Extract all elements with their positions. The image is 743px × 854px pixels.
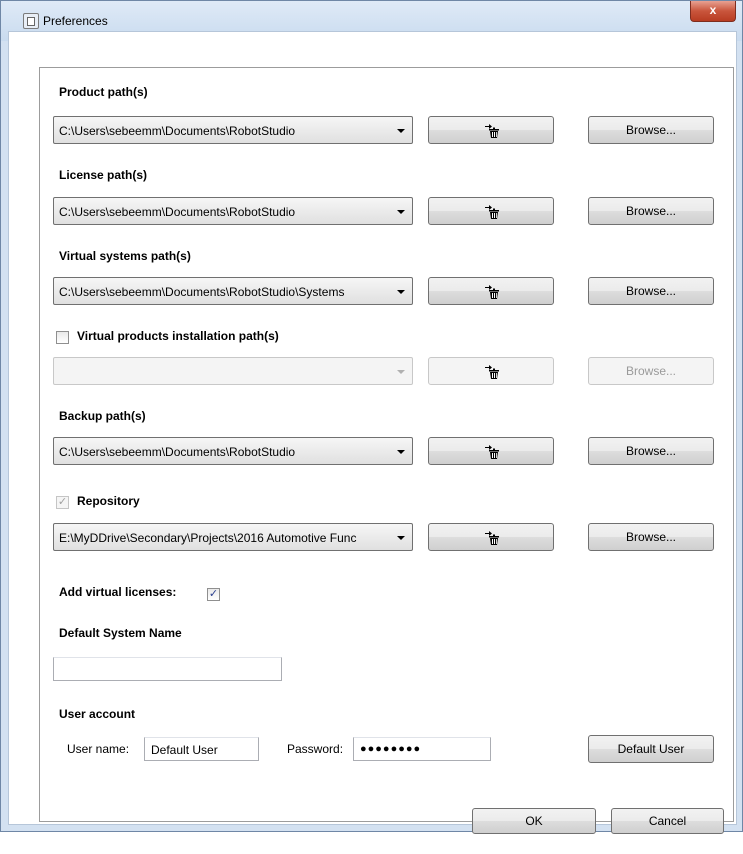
virtual-products-checkbox[interactable] xyxy=(56,331,69,344)
repository-label: Repository xyxy=(77,494,140,508)
settings-panel: Product path(s) C:\Users\sebeemm\Documen… xyxy=(39,67,734,822)
password-label: Password: xyxy=(287,742,344,756)
trash-icon xyxy=(485,124,499,138)
cancel-button[interactable]: Cancel xyxy=(611,808,724,834)
trash-icon xyxy=(485,285,499,299)
license-path-remove-button[interactable] xyxy=(428,197,554,225)
virtual-products-path-browse-button[interactable]: Browse... xyxy=(588,357,714,385)
trash-icon xyxy=(485,205,499,219)
product-path-label: Product path(s) xyxy=(59,85,148,99)
virtual-systems-path-remove-button[interactable] xyxy=(428,277,554,305)
trash-icon xyxy=(485,531,499,545)
add-virtual-licenses-checkbox[interactable]: ✓ xyxy=(207,588,220,601)
backup-path-value: C:\Users\sebeemm\Documents\RobotStudio xyxy=(59,445,296,459)
virtual-systems-path-browse-button[interactable]: Browse... xyxy=(588,277,714,305)
chevron-down-icon xyxy=(397,370,405,374)
add-virtual-licenses-label: Add virtual licenses: xyxy=(59,585,177,599)
chevron-down-icon xyxy=(397,536,405,540)
license-path-combo[interactable]: C:\Users\sebeemm\Documents\RobotStudio xyxy=(53,197,413,225)
repository-path-combo[interactable]: E:\MyDDrive\Secondary\Projects\2016 Auto… xyxy=(53,523,413,551)
trash-icon xyxy=(485,365,499,379)
repository-path-browse-button[interactable]: Browse... xyxy=(588,523,714,551)
default-system-name-label: Default System Name xyxy=(59,626,182,640)
dialog-client-area: Product path(s) C:\Users\sebeemm\Documen… xyxy=(8,31,737,834)
license-path-label: License path(s) xyxy=(59,168,148,182)
license-path-browse-button[interactable]: Browse... xyxy=(588,197,714,225)
ok-button[interactable]: OK xyxy=(472,808,596,834)
product-path-combo[interactable]: C:\Users\sebeemm\Documents\RobotStudio xyxy=(53,116,413,144)
virtual-systems-path-value: C:\Users\sebeemm\Documents\RobotStudio\S… xyxy=(59,285,345,299)
backup-path-label: Backup path(s) xyxy=(59,409,146,423)
product-path-remove-button[interactable] xyxy=(428,116,554,144)
product-path-value: C:\Users\sebeemm\Documents\RobotStudio xyxy=(59,124,296,138)
password-input[interactable]: ●●●●●●●● xyxy=(353,737,491,761)
virtual-systems-path-label: Virtual systems path(s) xyxy=(59,249,191,263)
virtual-products-path-label: Virtual products installation path(s) xyxy=(77,329,279,343)
chevron-down-icon xyxy=(397,129,405,133)
close-button[interactable]: x xyxy=(690,1,736,22)
window-title: Preferences xyxy=(43,14,108,28)
backup-path-browse-button[interactable]: Browse... xyxy=(588,437,714,465)
repository-path-remove-button[interactable] xyxy=(428,523,554,551)
user-account-label: User account xyxy=(59,707,136,721)
virtual-products-path-remove-button[interactable] xyxy=(428,357,554,385)
chevron-down-icon xyxy=(397,450,405,454)
product-path-browse-button[interactable]: Browse... xyxy=(588,116,714,144)
default-user-button[interactable]: Default User xyxy=(588,735,714,763)
virtual-systems-path-combo[interactable]: C:\Users\sebeemm\Documents\RobotStudio\S… xyxy=(53,277,413,305)
repository-checkbox[interactable]: ✓ xyxy=(56,496,69,509)
backup-path-combo[interactable]: C:\Users\sebeemm\Documents\RobotStudio xyxy=(53,437,413,465)
virtual-products-path-combo[interactable] xyxy=(53,357,413,385)
backup-path-remove-button[interactable] xyxy=(428,437,554,465)
username-input[interactable]: Default User xyxy=(144,737,259,761)
preferences-window: Preferences x Product path(s) C:\Users\s… xyxy=(0,0,743,834)
chevron-down-icon xyxy=(397,210,405,214)
username-label: User name: xyxy=(67,742,130,756)
repository-path-value: E:\MyDDrive\Secondary\Projects\2016 Auto… xyxy=(59,531,357,545)
app-icon xyxy=(23,13,39,29)
trash-icon xyxy=(485,445,499,459)
default-system-name-input[interactable] xyxy=(53,657,282,681)
license-path-value: C:\Users\sebeemm\Documents\RobotStudio xyxy=(59,205,296,219)
chevron-down-icon xyxy=(397,290,405,294)
